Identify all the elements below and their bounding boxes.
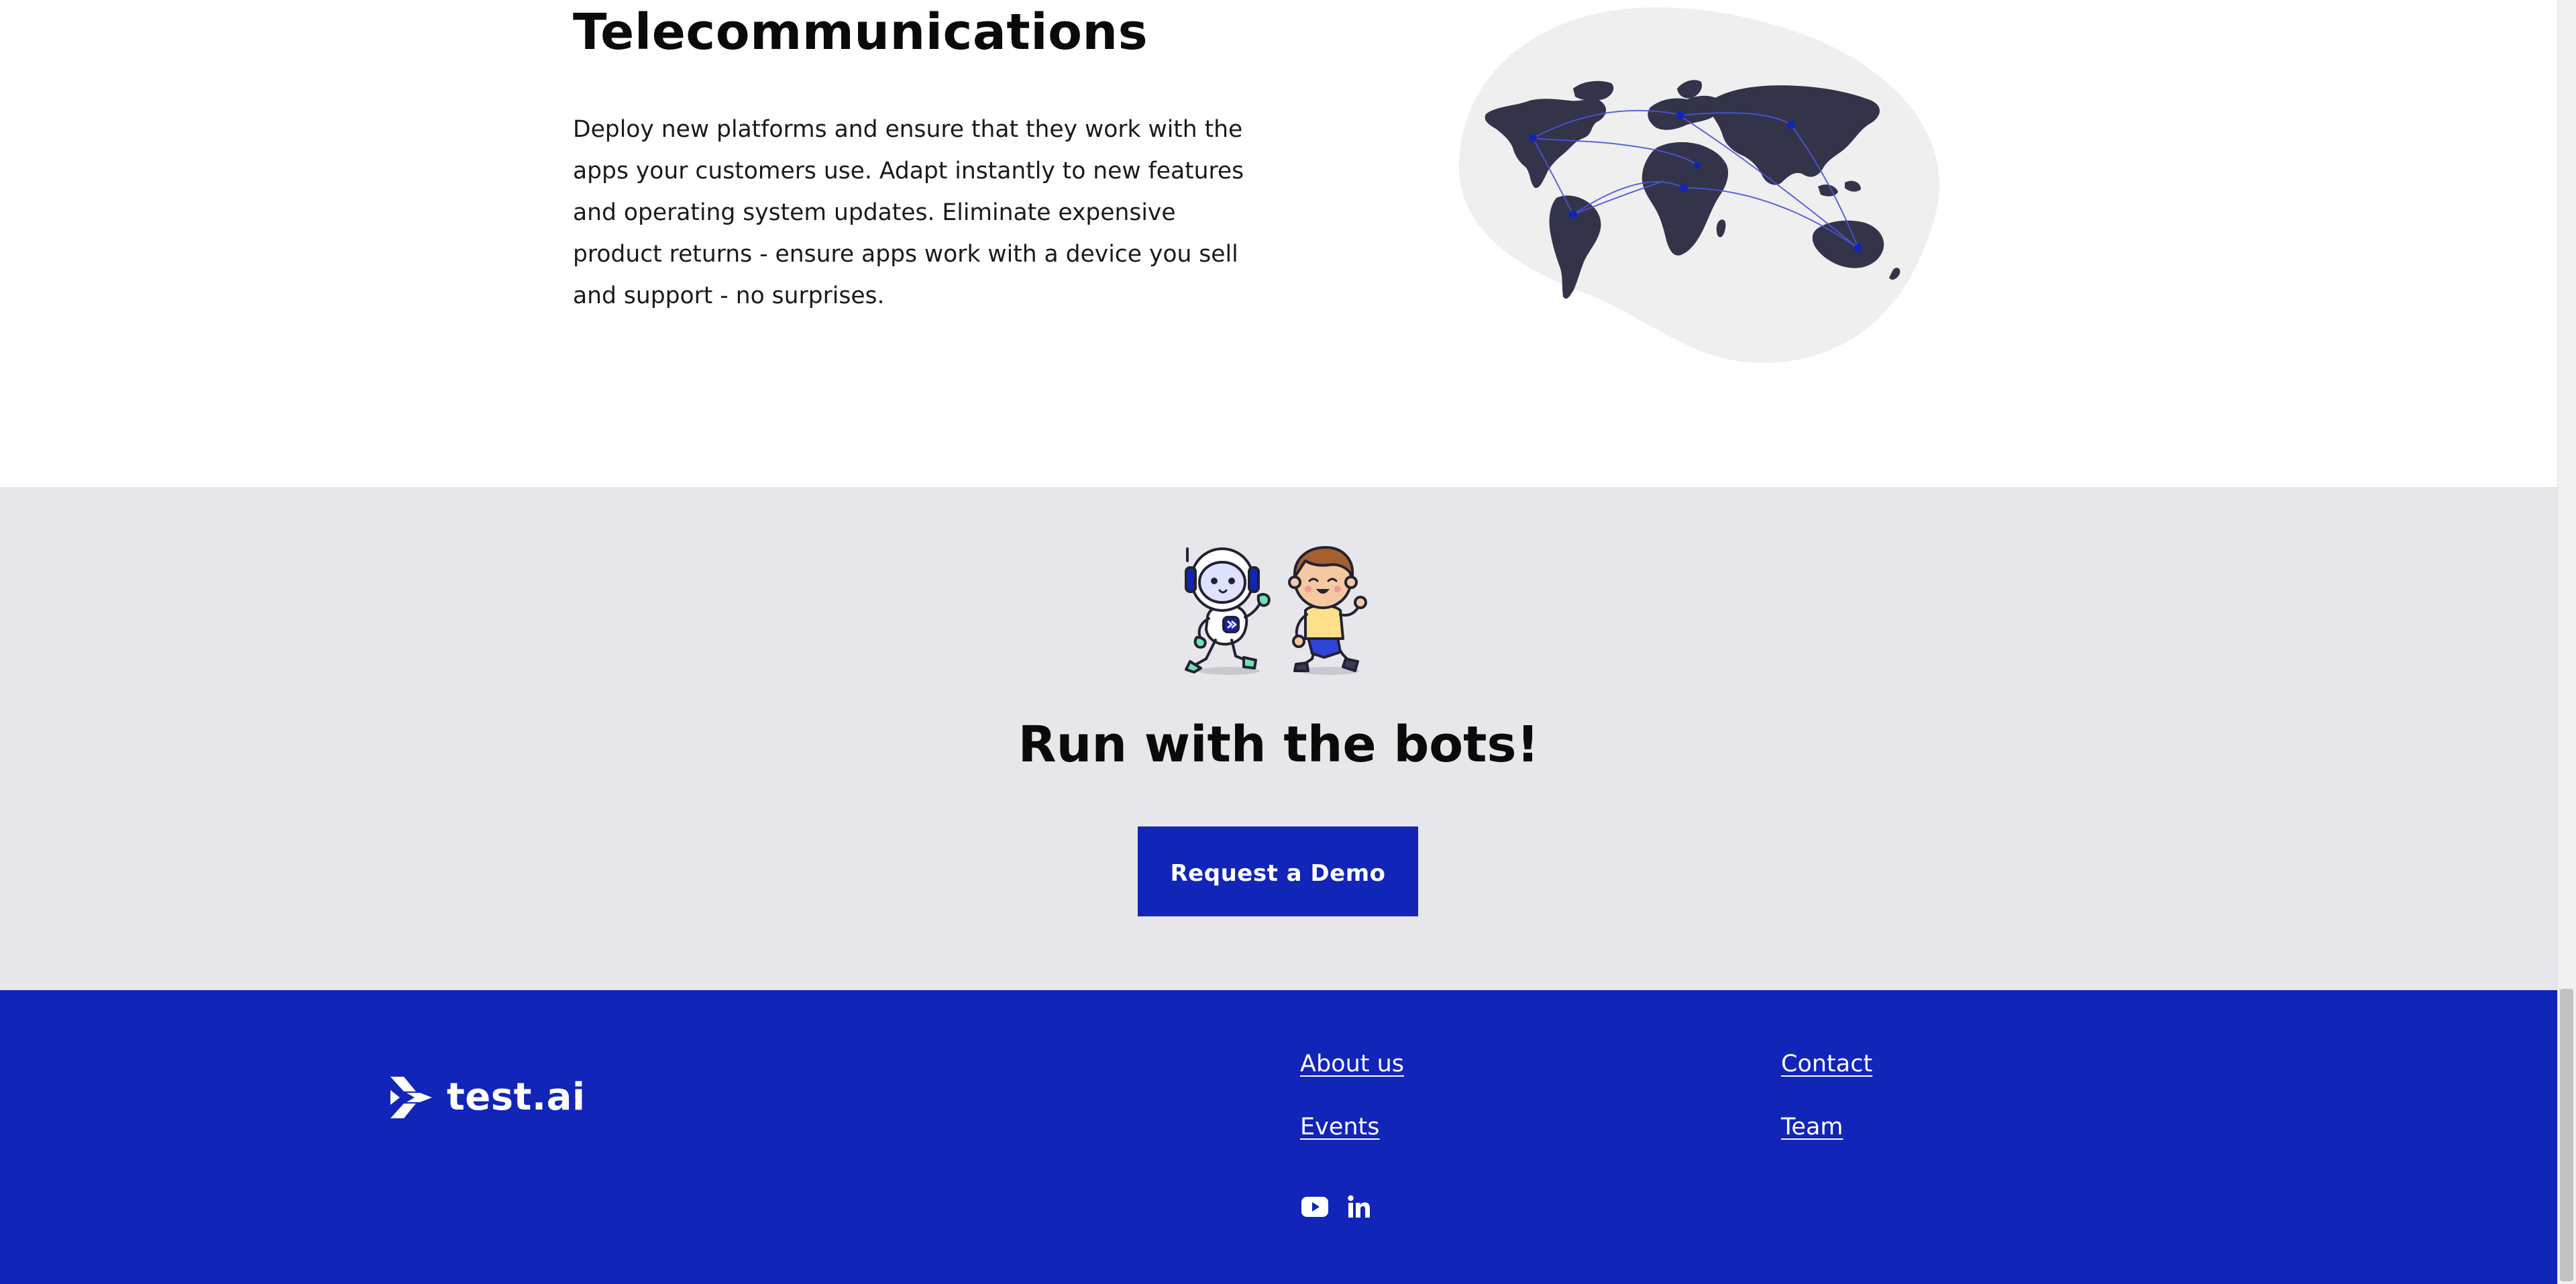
footer-link-about-us[interactable]: About us xyxy=(1300,1049,1404,1079)
footer-link-events[interactable]: Events xyxy=(1300,1112,1380,1142)
section-description: Deploy new platforms and ensure that the… xyxy=(573,116,1244,309)
footer-link-team[interactable]: Team xyxy=(1781,1112,1843,1142)
cta-title: Run with the bots! xyxy=(1018,716,1540,773)
logo-mark-icon xyxy=(390,1077,432,1118)
footer-link-contact[interactable]: Contact xyxy=(1781,1049,1872,1079)
page: Telecommunications Deploy new platforms … xyxy=(0,0,2557,1284)
section-title: Telecommunications xyxy=(573,3,1148,61)
footer: test.ai About us Events Contact Team xyxy=(0,990,2557,1284)
telecom-section: Telecommunications Deploy new platforms … xyxy=(0,0,2557,487)
scrollbar-thumb[interactable] xyxy=(2560,989,2573,1281)
logo-text: test.ai xyxy=(447,1075,586,1119)
robot-and-boy-running-illustration xyxy=(1185,546,1367,675)
linkedin-icon[interactable] xyxy=(1344,1193,1374,1221)
cta-section: Run with the bots! Request a Demo xyxy=(0,487,2557,990)
world-map-illustration xyxy=(1458,7,1940,363)
youtube-icon[interactable] xyxy=(1300,1193,1330,1221)
footer-logo[interactable]: test.ai xyxy=(390,1074,586,1121)
request-demo-button[interactable]: Request a Demo xyxy=(1138,826,1418,916)
